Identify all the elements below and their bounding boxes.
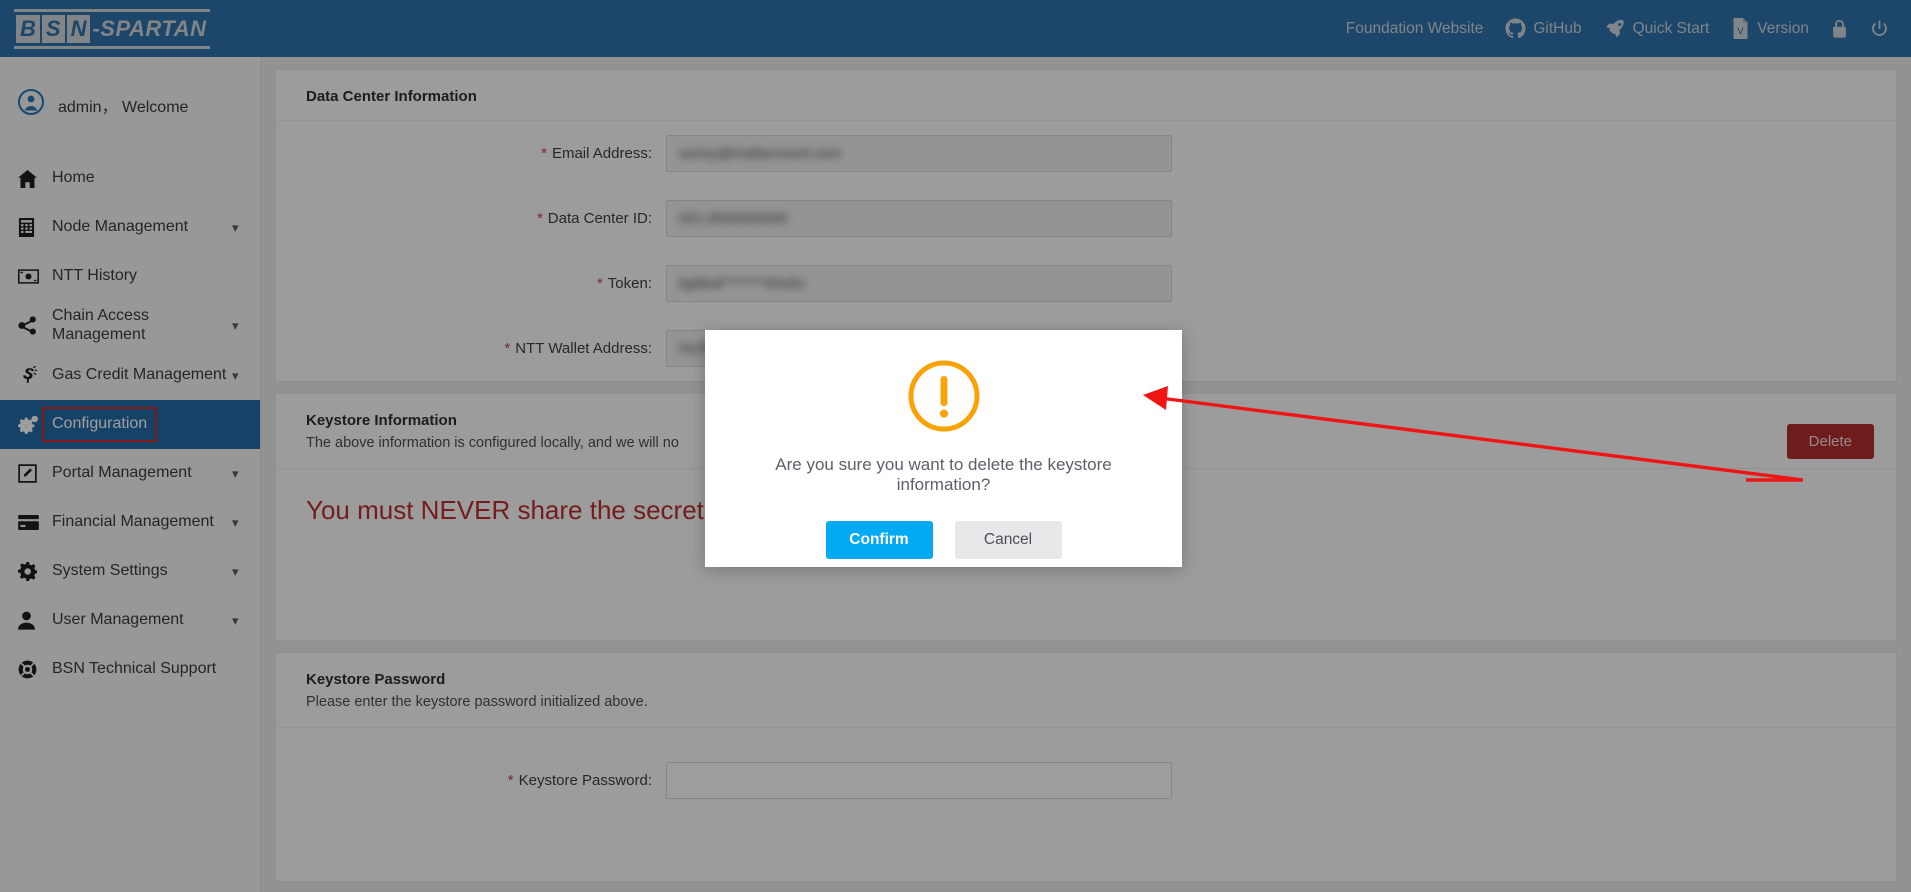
confirm-delete-message: Are you sure you want to delete the keys… (775, 455, 1112, 494)
app-root: B S N -SPARTAN Foundation Website GitHub… (0, 0, 1911, 892)
confirm-delete-modal: Are you sure you want to delete the keys… (705, 330, 1182, 567)
modal-action-buttons: Confirm Cancel (825, 521, 1062, 559)
cancel-button[interactable]: Cancel (954, 521, 1062, 559)
confirm-button[interactable]: Confirm (825, 521, 933, 559)
warning-exclamation-icon (905, 357, 983, 435)
